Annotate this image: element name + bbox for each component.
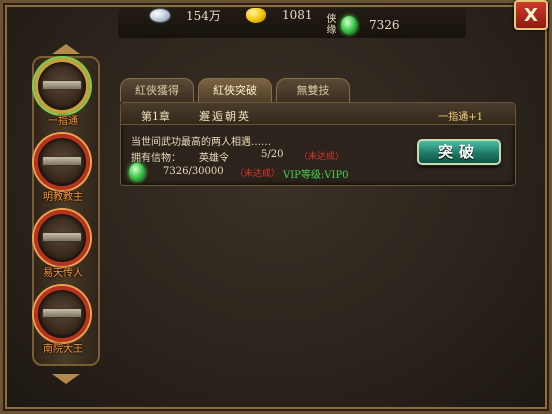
- gold-resource: 1081: [246, 0, 313, 30]
- vip-requirement: VIP等级:VIP0: [283, 170, 349, 181]
- gold-value: 1081: [282, 8, 313, 22]
- scroll-down-arrow-icon[interactable]: [52, 374, 80, 384]
- hero-list: 一指通 明教教主 易天传人 南院大王: [24, 44, 108, 384]
- hero-item-1[interactable]: 一指通: [30, 56, 96, 127]
- hero-portrait-mask-icon: [42, 308, 82, 318]
- hero-item-2[interactable]: 明教教主: [30, 132, 96, 203]
- tab-hero-acquire[interactable]: 紅俠獲得: [120, 78, 194, 102]
- jade-value: 7326: [369, 18, 400, 32]
- gold-ingot-icon: [246, 7, 266, 23]
- tab-hero-breakthrough[interactable]: 紅俠突破: [198, 78, 272, 102]
- hero-name: 南院大王: [43, 344, 83, 355]
- silver-value: 154万: [186, 8, 221, 23]
- hero-portrait-mask-icon: [42, 232, 82, 242]
- hero-portrait-mask-icon: [42, 80, 82, 90]
- breakthrough-panel: 第1章 邂逅朝英 一指通+1 当世间武功最高的两人相遇…… 拥有信物： 英雄令 …: [120, 102, 516, 186]
- tab-unique-skill[interactable]: 無雙技: [276, 78, 350, 102]
- hero-name: 明教教主: [43, 192, 83, 203]
- jade-requirement: 7326/30000 （未达成） VIP等级:VIP0: [129, 163, 429, 181]
- token-requirement: 拥有信物： 英雄令 5/20 （未达成）: [131, 149, 391, 164]
- chapter-title: 邂逅朝英: [199, 110, 251, 123]
- hero-name: 易天传人: [43, 268, 83, 279]
- requirement-status: （未达成）: [299, 152, 345, 162]
- chapter-number: 第1章: [141, 110, 170, 123]
- breakthrough-button[interactable]: 突破: [417, 139, 501, 165]
- jade-status: （未达成）: [235, 169, 281, 179]
- close-icon: X: [524, 4, 538, 26]
- jade-resource: 侠缘 7326: [326, 10, 400, 40]
- hero-item-3[interactable]: 易天传人: [30, 208, 96, 279]
- requirement-item: 英雄令: [199, 153, 229, 164]
- silver-ingot-icon: [150, 8, 170, 22]
- green-jade-icon: [129, 163, 145, 181]
- silver-resource: 154万: [150, 0, 221, 30]
- green-jade-icon: [341, 16, 357, 34]
- scroll-up-arrow-icon[interactable]: [52, 44, 80, 54]
- close-button[interactable]: X: [514, 0, 548, 30]
- jade-progress: 7326/30000: [163, 166, 224, 177]
- requirement-label: 拥有信物：: [131, 153, 181, 164]
- chapter-description: 当世间武功最高的两人相遇……: [131, 137, 271, 148]
- requirement-count: 5/20: [261, 149, 284, 160]
- hero-item-4[interactable]: 南院大王: [30, 284, 96, 355]
- chapter-reward: 一指通+1: [438, 112, 483, 123]
- jade-label: 侠缘: [326, 14, 337, 36]
- hero-portrait-mask-icon: [42, 156, 82, 166]
- chapter-header: 第1章 邂逅朝英 一指通+1: [121, 103, 515, 125]
- hero-name: 一指通: [48, 116, 78, 127]
